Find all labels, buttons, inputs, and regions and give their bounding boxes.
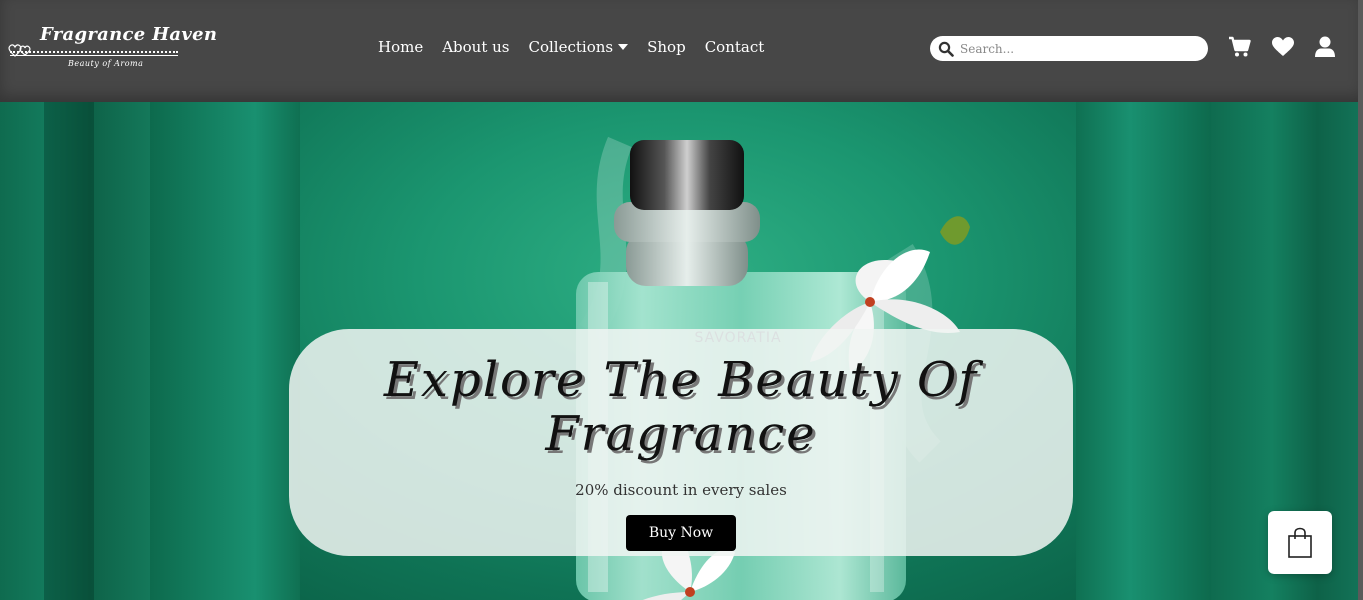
search-bar (930, 36, 1208, 61)
nav-shop[interactable]: Shop (647, 38, 686, 56)
nav-about-us[interactable]: About us (442, 38, 509, 56)
site-header: Fragrance Haven Beauty of Aroma Home Abo… (0, 0, 1363, 102)
hero-title: Explore The Beauty Of Fragrance (383, 352, 979, 462)
logo[interactable]: Fragrance Haven Beauty of Aroma (8, 24, 217, 74)
caret-down-icon (618, 44, 629, 50)
hero-side-panel-left (0, 102, 150, 600)
nav-about-us-label: About us (442, 38, 510, 56)
buy-now-button[interactable]: Buy Now (626, 515, 736, 551)
nav-collections-label: Collections (528, 38, 614, 56)
page-scrollbar[interactable] (1358, 0, 1363, 600)
hero-stripe-left (44, 102, 94, 600)
nav-contact-label: Contact (704, 38, 765, 56)
shopping-bag-icon (1288, 527, 1312, 558)
search-input[interactable] (960, 38, 1200, 59)
nav-home[interactable]: Home (378, 38, 423, 56)
hero-column-left (150, 102, 300, 600)
heart-icon[interactable] (1272, 37, 1294, 57)
floating-cart-button[interactable] (1268, 511, 1332, 574)
nav-collections[interactable]: Collections (529, 38, 629, 56)
nav-home-label: Home (378, 38, 424, 56)
hero-column-right (1076, 102, 1211, 600)
user-icon[interactable] (1314, 36, 1336, 58)
logo-divider (10, 51, 178, 56)
nav-contact[interactable]: Contact (705, 38, 765, 56)
hero-subtitle: 20% discount in every sales (575, 481, 787, 499)
logo-tagline: Beauty of Aroma (68, 59, 144, 68)
nav-shop-label: Shop (647, 38, 686, 56)
search-icon[interactable] (938, 41, 954, 57)
cart-icon[interactable] (1228, 36, 1251, 58)
main-nav: Home About us Collections Shop Contact (378, 38, 783, 56)
logo-title: Fragrance Haven (40, 24, 218, 45)
